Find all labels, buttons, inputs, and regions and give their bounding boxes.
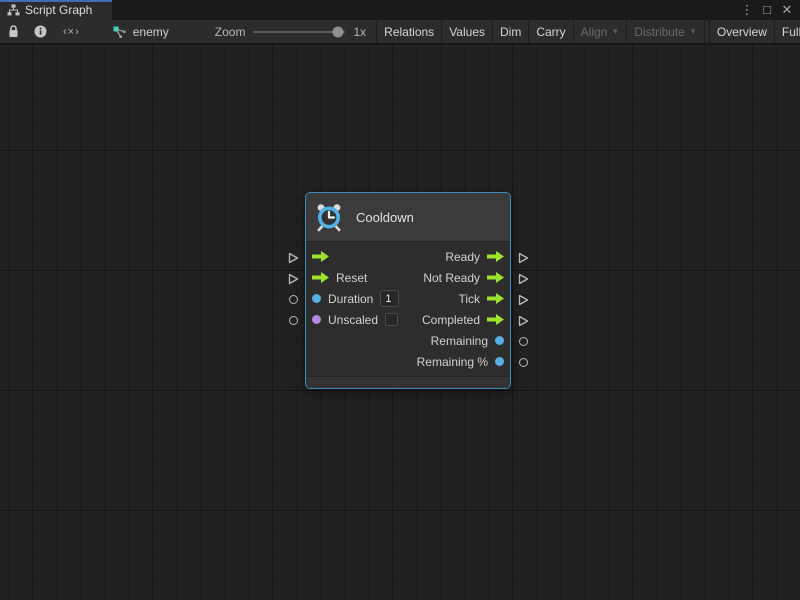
port-row-remaining[interactable]: Remaining [408,330,510,351]
node-footer [306,376,510,388]
port-label: Not Ready [423,271,480,285]
tab-focus-highlight [0,0,112,2]
flow-arrow-icon [487,251,504,262]
button-label: Overview [717,25,767,39]
flow-port-triangle[interactable] [518,252,529,264]
full-screen-button[interactable]: Full Screen [774,20,800,43]
value-port-circle[interactable] [289,316,298,325]
button-label: Distribute [634,25,685,39]
overview-button[interactable]: Overview [709,20,774,43]
graph-canvas[interactable]: Cooldown Reset Duration 1 [0,45,800,600]
graph-hierarchy-icon [7,4,20,16]
port-row-not-ready[interactable]: Not Ready [408,267,510,288]
button-label: Values [449,25,485,39]
port-row-ready[interactable]: Ready [408,246,510,267]
flow-port-triangle[interactable] [518,273,529,285]
zoom-control: Zoom 1x [179,20,376,43]
script-graph-icon [112,25,127,39]
values-button[interactable]: Values [441,20,492,43]
port-row-unscaled[interactable]: Unscaled [306,309,408,330]
external-input-connectors [286,247,300,373]
value-port-circle[interactable] [289,295,298,304]
port-row-duration[interactable]: Duration 1 [306,288,408,309]
zoom-slider[interactable] [253,31,345,33]
value-port-dot [312,294,321,303]
cooldown-node[interactable]: Cooldown Reset Duration 1 [305,192,511,389]
value-port-dot [312,315,321,324]
menu-dots-icon[interactable]: ⋮ [740,0,754,20]
tab-script-graph[interactable]: Script Graph [0,0,112,20]
toolbar-right-buttons: Relations Values Dim Carry Align ▼ Distr… [376,20,800,43]
flow-arrow-icon [487,272,504,283]
flow-arrow-icon [487,293,504,304]
chevron-down-icon: ▼ [689,27,697,36]
close-icon[interactable]: ✕ [780,0,794,20]
port-label: Unscaled [328,313,378,327]
chevron-down-icon: ▼ [611,27,619,36]
alarm-clock-icon [314,202,344,232]
port-row-remaining-pct[interactable]: Remaining % [408,351,510,372]
port-label: Duration [328,292,373,306]
connection-values-button[interactable]: ‹×› [55,20,88,43]
carry-button[interactable]: Carry [528,20,572,43]
angle-brackets-x-icon: ‹×› [63,26,80,38]
flow-port-triangle[interactable] [518,294,529,306]
flow-arrow-icon [312,251,329,262]
button-label: Carry [536,25,565,39]
value-port-circle[interactable] [519,358,528,367]
button-label: Align [581,25,608,39]
port-row-reset[interactable]: Reset [306,267,408,288]
breadcrumb-label: enemy [133,25,169,39]
flow-port-triangle[interactable] [288,273,299,285]
relations-button[interactable]: Relations [376,20,441,43]
flow-port-triangle[interactable] [518,315,529,327]
node-header[interactable]: Cooldown [306,193,510,242]
value-port-dot [495,336,504,345]
flow-arrow-icon [487,314,504,325]
button-label: Full Screen [782,25,800,39]
breadcrumb[interactable]: enemy [88,20,179,43]
value-port-dot [495,357,504,366]
duration-input[interactable]: 1 [380,290,399,307]
button-label: Dim [500,25,521,39]
input-ports-column: Reset Duration 1 Unscaled [306,246,408,372]
port-row-empty [306,330,408,351]
node-body: Reset Duration 1 Unscaled Ready [306,242,510,376]
unscaled-checkbox[interactable] [385,313,398,326]
button-label: Relations [384,25,434,39]
info-icon [34,25,47,38]
tab-title: Script Graph [25,3,92,17]
port-row-tick[interactable]: Tick [408,288,510,309]
info-button[interactable] [26,20,55,43]
port-row-empty [306,351,408,372]
port-row-completed[interactable]: Completed [408,309,510,330]
port-label: Remaining [431,334,488,348]
flow-port-triangle[interactable] [288,252,299,264]
value-port-circle[interactable] [519,337,528,346]
port-label: Completed [422,313,480,327]
window-controls: ⋮ □ ✕ [740,0,800,20]
port-label: Ready [445,250,480,264]
output-ports-column: Ready Not Ready Tick [408,246,510,372]
graph-toolbar: ‹×› enemy Zoom 1x Relations Values Dim C… [0,20,800,44]
align-dropdown: Align ▼ [573,20,627,43]
lock-button[interactable] [0,20,26,43]
maximize-icon[interactable]: □ [760,0,774,20]
zoom-value: 1x [353,25,366,39]
node-title: Cooldown [356,210,414,225]
external-output-connectors [516,247,530,373]
window-tab-bar: Script Graph ⋮ □ ✕ [0,0,800,20]
port-row-flow-in[interactable] [306,246,408,267]
dim-button[interactable]: Dim [492,20,528,43]
zoom-label: Zoom [215,25,246,39]
flow-arrow-icon [312,272,329,283]
port-label: Reset [336,271,367,285]
zoom-slider-handle[interactable] [333,26,344,37]
lock-icon [8,25,19,38]
port-label: Tick [458,292,480,306]
port-label: Remaining % [417,355,488,369]
distribute-dropdown: Distribute ▼ [626,20,704,43]
